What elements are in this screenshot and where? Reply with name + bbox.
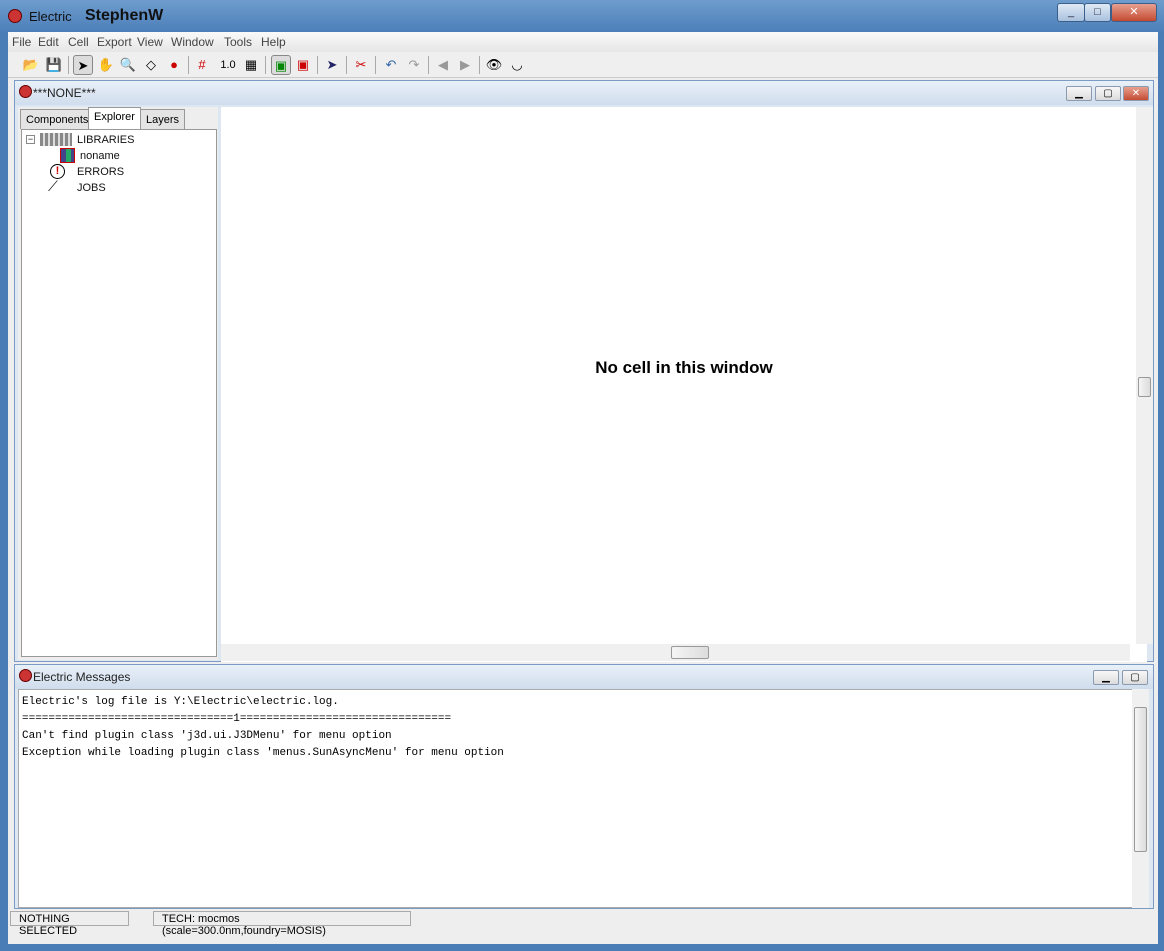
edit-window-title: ***NONE*** xyxy=(33,86,96,100)
cell-canvas[interactable]: No cell in this window xyxy=(221,107,1147,662)
collapse-toggle[interactable]: − xyxy=(26,135,35,144)
user-name: StephenW xyxy=(85,7,164,24)
measure-icon[interactable]: ● xyxy=(164,55,184,75)
tree-libraries[interactable]: LIBRARIES xyxy=(77,134,134,146)
canvas-vertical-scrollbar[interactable] xyxy=(1136,107,1153,644)
menu-view[interactable]: View xyxy=(137,35,163,49)
messages-window-icon xyxy=(19,669,32,682)
menu-help[interactable]: Help xyxy=(261,35,286,49)
minimize-button[interactable]: _ xyxy=(1057,3,1085,22)
messages-scrollbar[interactable] xyxy=(1132,689,1149,908)
easy-instance-icon[interactable]: ▣ xyxy=(293,55,313,75)
app-title: Electric xyxy=(29,9,72,24)
inner-close-button[interactable]: ✕ xyxy=(1123,86,1149,101)
eye-closed-icon[interactable]: ◡ xyxy=(507,55,527,75)
tab-explorer[interactable]: Explorer xyxy=(88,107,141,130)
messages-log[interactable]: Electric's log file is Y:\Electric\elect… xyxy=(18,689,1133,908)
menu-window[interactable]: Window xyxy=(171,35,214,49)
grid-coarse-icon[interactable]: # xyxy=(192,55,212,75)
technology-status: TECH: mocmos (scale=300.0nm,foundry=MOSI… xyxy=(153,911,411,937)
status-bar: NOTHING SELECTED TECH: mocmos (scale=300… xyxy=(8,910,1158,937)
library-icon xyxy=(60,148,75,163)
outline-edit-icon[interactable]: ◇ xyxy=(141,55,161,75)
messages-window: Electric Messages ▁ ▢ Electric's log fil… xyxy=(14,664,1154,909)
log-line: Electric's log file is Y:\Electric\elect… xyxy=(22,696,339,708)
back-arrow-icon[interactable]: ◀ xyxy=(433,55,453,75)
zoom-icon[interactable]: 🔍 xyxy=(118,55,138,75)
messages-title: Electric Messages xyxy=(33,670,131,684)
tree-jobs[interactable]: JOBS xyxy=(77,182,106,194)
eye-open-icon[interactable]: 👁 xyxy=(484,55,504,75)
open-library-icon[interactable]: 📂 xyxy=(21,55,41,75)
explorer-tree: − LIBRARIES noname ! ERRORS ⟋ JOBS xyxy=(21,129,217,657)
scale-label[interactable]: 1.0 xyxy=(216,55,240,75)
window-icon xyxy=(19,85,32,98)
messages-scroll-thumb[interactable] xyxy=(1134,707,1147,852)
horizontal-scroll-thumb[interactable] xyxy=(671,646,709,659)
menu-tools[interactable]: Tools xyxy=(224,35,252,49)
tab-layers[interactable]: Layers xyxy=(140,109,186,129)
forward-arrow-icon[interactable]: ▶ xyxy=(455,55,475,75)
pan-hand-icon[interactable]: ✋ xyxy=(96,55,116,75)
select-mode-icon[interactable]: ➤ xyxy=(73,55,93,75)
menu-cell[interactable]: Cell xyxy=(68,35,89,49)
tree-library-noname[interactable]: noname xyxy=(80,150,120,162)
toolbar: 📂 💾 ➤ ✋ 🔍 ◇ ● # 1.0 ▦ ▣ ▣ ➤ ✂ ↶ ↷ ◀ ▶ 👁 … xyxy=(8,52,1158,78)
edit-window: ***NONE*** ▁ ▢ ✕ Components Explorer Lay… xyxy=(14,80,1154,662)
selection-status: NOTHING SELECTED xyxy=(10,911,129,937)
grid-fine-icon[interactable]: ▦ xyxy=(241,55,261,75)
side-panel: Components Explorer Layers − LIBRARIES n… xyxy=(18,107,218,660)
libraries-icon xyxy=(40,133,72,146)
undo-icon[interactable]: ↶ xyxy=(381,55,401,75)
redo-icon[interactable]: ↷ xyxy=(404,55,424,75)
jobs-icon: ⟋ xyxy=(48,178,58,194)
menu-bar: File Edit Cell Export View Window Tools … xyxy=(8,32,1158,52)
log-line: ================================1=======… xyxy=(22,713,452,725)
save-icon[interactable]: 💾 xyxy=(44,55,64,75)
no-cell-message: No cell in this window xyxy=(595,358,773,377)
maximize-button[interactable]: □ xyxy=(1084,3,1111,22)
errors-icon: ! xyxy=(50,164,65,179)
tab-components[interactable]: Components xyxy=(20,109,95,129)
log-line: Exception while loading plugin class 'me… xyxy=(22,747,504,759)
messages-minimize-button[interactable]: ▁ xyxy=(1093,670,1119,685)
tools-icon[interactable]: ✂ xyxy=(351,55,371,75)
menu-export[interactable]: Export xyxy=(97,35,132,49)
menu-edit[interactable]: Edit xyxy=(38,35,59,49)
close-button[interactable]: ✕ xyxy=(1111,3,1157,22)
inner-minimize-button[interactable]: ▁ xyxy=(1066,86,1092,101)
electric-app-icon xyxy=(8,9,22,23)
special-select-icon[interactable]: ➤ xyxy=(322,55,342,75)
title-bar: Electric StephenW _ □ ✕ xyxy=(0,0,1164,32)
canvas-horizontal-scrollbar[interactable] xyxy=(221,644,1130,661)
full-instance-icon[interactable]: ▣ xyxy=(271,55,291,75)
log-line: Can't find plugin class 'j3d.ui.J3DMenu'… xyxy=(22,730,392,742)
tree-errors[interactable]: ERRORS xyxy=(77,166,124,178)
vertical-scroll-thumb[interactable] xyxy=(1138,377,1151,397)
inner-maximize-button[interactable]: ▢ xyxy=(1095,86,1121,101)
messages-maximize-button[interactable]: ▢ xyxy=(1122,670,1148,685)
menu-file[interactable]: File xyxy=(12,35,31,49)
